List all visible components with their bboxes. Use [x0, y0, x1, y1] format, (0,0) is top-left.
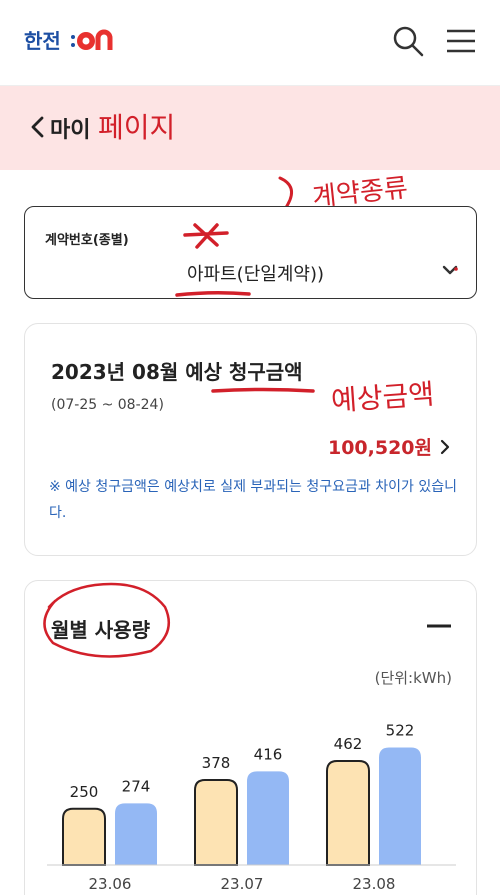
usage-bar-chart: 250 274 23.06 378 416 23.07 462 522 23.08: [47, 722, 456, 893]
logo-text-kor: 한전: [24, 29, 61, 53]
kepco-on-logo[interactable]: 한전: [24, 26, 116, 56]
contract-value: 아파트(단일계약)): [187, 264, 324, 285]
bar-value-label-23.06-0: 250: [70, 783, 99, 801]
bill-amount-link[interactable]: 100,520원: [328, 433, 450, 460]
handwritten-title-scribble: 페이지: [98, 111, 176, 144]
category-label-23.08: 23.08: [353, 875, 396, 893]
bar-23.06-series-1: [115, 803, 157, 865]
hamburger-menu-icon[interactable]: [444, 24, 478, 58]
bar-value-label-23.07-0: 378: [202, 754, 231, 772]
handwritten-star-mark: [183, 223, 229, 249]
contract-label: 계약번호(종별): [45, 233, 129, 248]
bar-23.07-series-1: [247, 771, 289, 865]
bill-period: (07-25 ~ 08-24): [51, 397, 164, 413]
bar-23.08-series-1: [379, 747, 421, 865]
monthly-usage-card: 월별 사용량 (단위:kWh) 250 274 23.06 378 416 23.07 46…: [24, 580, 477, 895]
bar-value-label-23.08-1: 522: [386, 722, 415, 740]
app-header: 한전: [0, 0, 500, 86]
page-title-bar: 마이 페이지: [0, 86, 500, 170]
bill-disclaimer: ※ 예상 청구금액은 예상치로 실제 부과되는 청구요금과 차이가 있습니다.: [49, 479, 457, 521]
search-icon[interactable]: [391, 24, 425, 58]
chevron-down-icon[interactable]: [442, 263, 458, 277]
chevron-right-icon: [440, 439, 450, 454]
bar-23.06-series-0: [62, 807, 106, 866]
bill-title: 2023년 08월 예상 청구금액: [51, 360, 303, 384]
handwritten-bill-scribble: 예상금액: [330, 377, 436, 418]
chevron-left-icon[interactable]: [28, 114, 48, 140]
bar-23.07-series-0: [194, 778, 238, 866]
bill-amount: 100,520원: [327, 437, 432, 459]
category-label-23.06: 23.06: [89, 875, 132, 893]
contract-select[interactable]: 계약번호(종별) 아파트(단일계약)): [24, 206, 477, 299]
handwritten-underline: [175, 290, 251, 297]
handwritten-underline-bill: [211, 387, 315, 393]
page-title: 마이: [50, 118, 91, 143]
bar-value-label-23.07-1: 416: [254, 745, 283, 763]
estimated-bill-card: 2023년 08월 예상 청구금액 (07-25 ~ 08-24) 예상금액 1…: [24, 323, 477, 556]
category-label-23.07: 23.07: [221, 875, 264, 893]
bar-value-label-23.08-0: 462: [334, 735, 363, 753]
bar-23.08-series-0: [326, 760, 370, 866]
bar-value-label-23.06-1: 274: [122, 777, 151, 795]
